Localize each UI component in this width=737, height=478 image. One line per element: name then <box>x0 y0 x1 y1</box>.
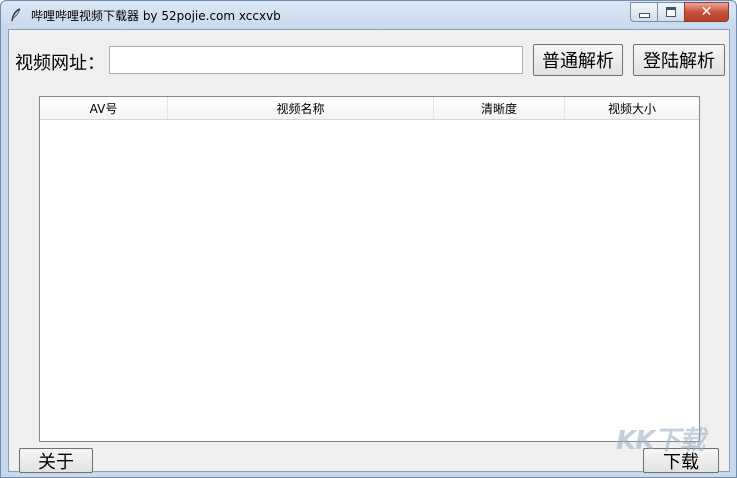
column-header-av[interactable]: AV号 <box>40 97 168 119</box>
column-header-name[interactable]: 视频名称 <box>168 97 434 119</box>
watermark-logo: KK下载 <box>616 426 705 456</box>
title-bar[interactable]: 哔哩哔哩视频下载器 by 52pojie.com xccxvb ✕ <box>1 1 736 29</box>
close-icon: ✕ <box>700 4 713 20</box>
close-button[interactable]: ✕ <box>684 2 729 22</box>
client-area: 视频网址： 普通解析 登陆解析 AV号 视频名称 清晰度 视频大小 关于 下载 <box>8 29 730 473</box>
column-header-definition[interactable]: 清晰度 <box>434 97 565 119</box>
video-table[interactable]: AV号 视频名称 清晰度 视频大小 <box>39 96 700 442</box>
feather-icon <box>11 8 21 22</box>
caption-buttons: ✕ <box>630 2 729 22</box>
normal-parse-button[interactable]: 普通解析 <box>533 44 623 76</box>
login-parse-button[interactable]: 登陆解析 <box>633 44 725 76</box>
window-title: 哔哩哔哩视频下载器 by 52pojie.com xccxvb <box>31 9 281 23</box>
url-label: 视频网址： <box>15 53 105 74</box>
about-button[interactable]: 关于 <box>19 448 93 473</box>
minimize-button[interactable] <box>630 2 657 22</box>
minimize-icon <box>638 12 650 18</box>
maximize-button[interactable] <box>657 2 684 22</box>
maximize-icon <box>666 7 676 17</box>
column-header-size[interactable]: 视频大小 <box>565 97 699 119</box>
table-header: AV号 视频名称 清晰度 视频大小 <box>40 97 699 120</box>
url-input[interactable] <box>109 46 523 74</box>
app-window: 哔哩哔哩视频下载器 by 52pojie.com xccxvb ✕ 视频网址： … <box>0 0 737 478</box>
